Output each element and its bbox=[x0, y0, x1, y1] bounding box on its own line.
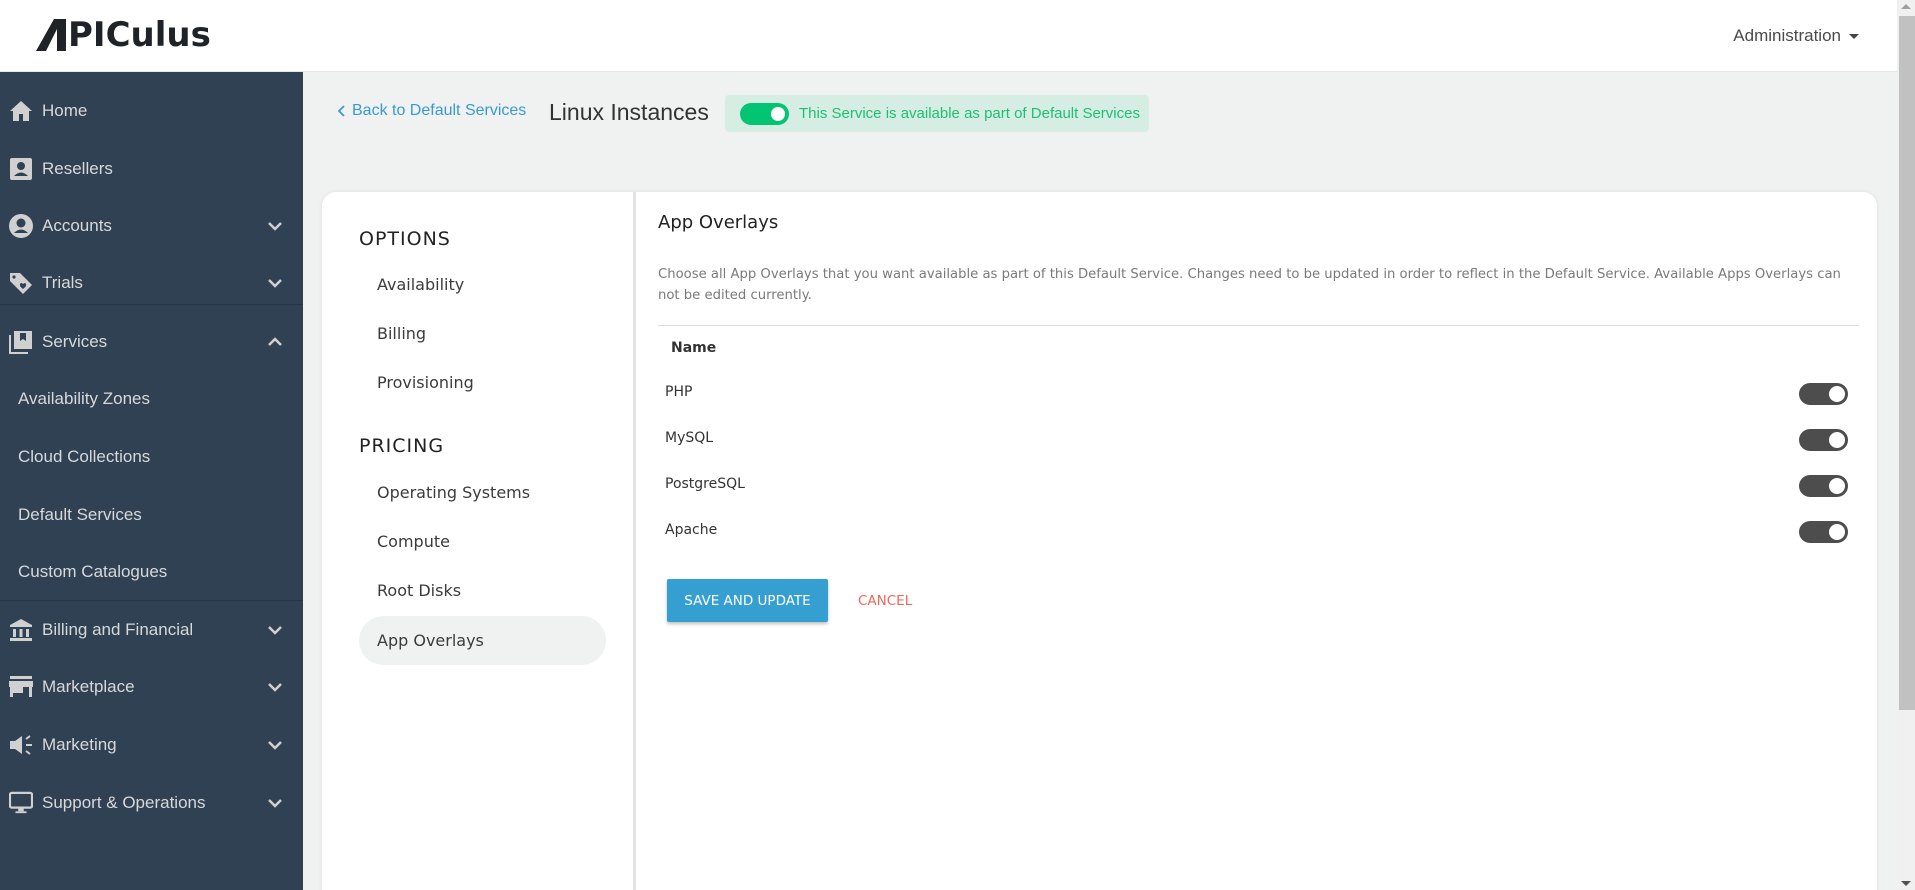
back-to-default-services-link[interactable]: Back to Default Services bbox=[338, 102, 526, 120]
sidebar-item-label: Services bbox=[42, 332, 108, 351]
option-availability[interactable]: Availability bbox=[359, 260, 606, 309]
sidebar-item-marketing[interactable]: Marketing bbox=[0, 725, 303, 765]
chevron-left-icon bbox=[338, 105, 345, 117]
sidebar-nav: Home Resellers Accounts Trials Services … bbox=[0, 72, 303, 890]
section-divider bbox=[658, 325, 1858, 326]
service-availability-toggle[interactable] bbox=[740, 102, 789, 125]
chevron-down-icon[interactable] bbox=[267, 275, 283, 291]
sidebar-item-label: Marketplace bbox=[42, 677, 135, 696]
options-section-title: OPTIONS bbox=[359, 228, 451, 250]
sidebar-item-label: Home bbox=[42, 101, 88, 120]
bank-icon bbox=[9, 618, 33, 642]
library-bookmark-icon bbox=[9, 330, 33, 354]
save-and-update-button[interactable]: SAVE AND UPDATE bbox=[667, 579, 828, 622]
apiculus-logo[interactable]: PICulus bbox=[36, 15, 232, 55]
account-circle-icon bbox=[9, 214, 33, 238]
overlay-name: Apache bbox=[665, 522, 718, 538]
store-icon bbox=[9, 675, 33, 699]
chevron-down-icon[interactable] bbox=[267, 795, 283, 811]
overlay-row: PostgreSQL bbox=[658, 466, 1858, 506]
chevron-down-icon[interactable] bbox=[267, 622, 283, 638]
availability-banner: This Service is available as part of Def… bbox=[725, 95, 1149, 132]
overlay-toggle-postgresql[interactable] bbox=[1799, 475, 1848, 497]
tag-heart-icon bbox=[9, 271, 33, 295]
overlay-name: MySQL bbox=[665, 430, 714, 446]
sidebar-item-support-and-operations[interactable]: Support & Operations bbox=[0, 783, 303, 823]
section-heading: App Overlays bbox=[658, 212, 779, 233]
sidebar-item-resellers[interactable]: Resellers bbox=[0, 149, 303, 189]
sidebar-divider bbox=[0, 304, 303, 305]
back-link-label: Back to Default Services bbox=[352, 102, 527, 119]
sidebar-item-accounts[interactable]: Accounts bbox=[0, 206, 303, 246]
sidebar-item-custom-catalogues[interactable]: Custom Catalogues bbox=[0, 552, 303, 592]
sidebar-item-home[interactable]: Home bbox=[0, 91, 303, 131]
sidebar-item-label: Resellers bbox=[42, 159, 113, 178]
sidebar-item-label: Marketing bbox=[42, 735, 117, 754]
page-title: Linux Instances bbox=[549, 99, 709, 125]
overlay-row: Apache bbox=[658, 512, 1858, 552]
name-column-header: Name bbox=[671, 340, 717, 356]
option-root-disks[interactable]: Root Disks bbox=[359, 566, 606, 615]
option-app-overlays[interactable]: App Overlays bbox=[359, 616, 606, 665]
options-panel: OPTIONS Availability Billing Provisionin… bbox=[322, 192, 636, 890]
overlay-name: PostgreSQL bbox=[665, 476, 745, 492]
sidebar-item-label: Billing and Financial bbox=[42, 620, 194, 639]
overlay-row: MySQL bbox=[658, 420, 1858, 460]
option-billing[interactable]: Billing bbox=[359, 309, 606, 358]
sidebar-item-billing-and-financial[interactable]: Billing and Financial bbox=[0, 610, 303, 650]
cancel-button[interactable]: CANCEL bbox=[858, 579, 912, 622]
sidebar-item-services[interactable]: Services bbox=[0, 322, 303, 362]
sidebar-item-label: Custom Catalogues bbox=[18, 562, 168, 581]
sidebar-item-label: Availability Zones bbox=[18, 389, 150, 408]
page-scrollbar[interactable] bbox=[1897, 0, 1915, 890]
caret-down-icon bbox=[1849, 33, 1859, 39]
app-overlays-panel: App Overlays Choose all App Overlays tha… bbox=[658, 192, 1877, 890]
option-compute[interactable]: Compute bbox=[359, 517, 606, 566]
option-provisioning[interactable]: Provisioning bbox=[359, 358, 606, 407]
logo-text: PICulus bbox=[68, 15, 211, 55]
chevron-down-icon[interactable] bbox=[267, 737, 283, 753]
top-header: PICulus Administration bbox=[0, 0, 1897, 72]
chevron-down-icon[interactable] bbox=[267, 679, 283, 695]
sidebar-divider bbox=[0, 600, 303, 601]
availability-text: This Service is available as part of Def… bbox=[799, 105, 1140, 122]
administration-dropdown[interactable]: Administration bbox=[1733, 26, 1859, 46]
scroll-down-arrow-icon[interactable] bbox=[1901, 881, 1911, 886]
sidebar-item-label: Cloud Collections bbox=[18, 447, 151, 466]
overlay-row: PHP bbox=[658, 374, 1858, 414]
overlay-toggle-php[interactable] bbox=[1799, 383, 1848, 405]
overlay-name: PHP bbox=[665, 384, 693, 400]
sidebar-item-marketplace[interactable]: Marketplace bbox=[0, 667, 303, 707]
sidebar-item-default-services[interactable]: Default Services bbox=[0, 495, 303, 535]
home-icon bbox=[9, 99, 33, 123]
scroll-thumb[interactable] bbox=[1899, 16, 1915, 710]
settings-card: OPTIONS Availability Billing Provisionin… bbox=[322, 192, 1877, 890]
sidebar-item-label: Support & Operations bbox=[42, 793, 206, 812]
megaphone-icon bbox=[9, 733, 33, 757]
pricing-section-title: PRICING bbox=[359, 435, 445, 457]
administration-label: Administration bbox=[1733, 26, 1841, 45]
section-description: Choose all App Overlays that you want av… bbox=[658, 267, 1841, 303]
monitor-icon bbox=[9, 791, 33, 815]
sidebar-item-trials[interactable]: Trials bbox=[0, 263, 303, 303]
contact-card-icon bbox=[9, 157, 33, 181]
sidebar-item-label: Default Services bbox=[18, 505, 142, 524]
option-operating-systems[interactable]: Operating Systems bbox=[359, 468, 606, 517]
chevron-down-icon[interactable] bbox=[267, 218, 283, 234]
sidebar-item-label: Trials bbox=[42, 273, 83, 292]
sidebar-item-availability-zones[interactable]: Availability Zones bbox=[0, 379, 303, 419]
sidebar-item-label: Accounts bbox=[42, 216, 112, 235]
sidebar-item-cloud-collections[interactable]: Cloud Collections bbox=[0, 437, 303, 477]
chevron-up-icon[interactable] bbox=[267, 334, 283, 350]
overlay-toggle-mysql[interactable] bbox=[1799, 429, 1848, 451]
scroll-up-arrow-icon[interactable] bbox=[1901, 4, 1911, 9]
overlay-toggle-apache[interactable] bbox=[1799, 521, 1848, 543]
